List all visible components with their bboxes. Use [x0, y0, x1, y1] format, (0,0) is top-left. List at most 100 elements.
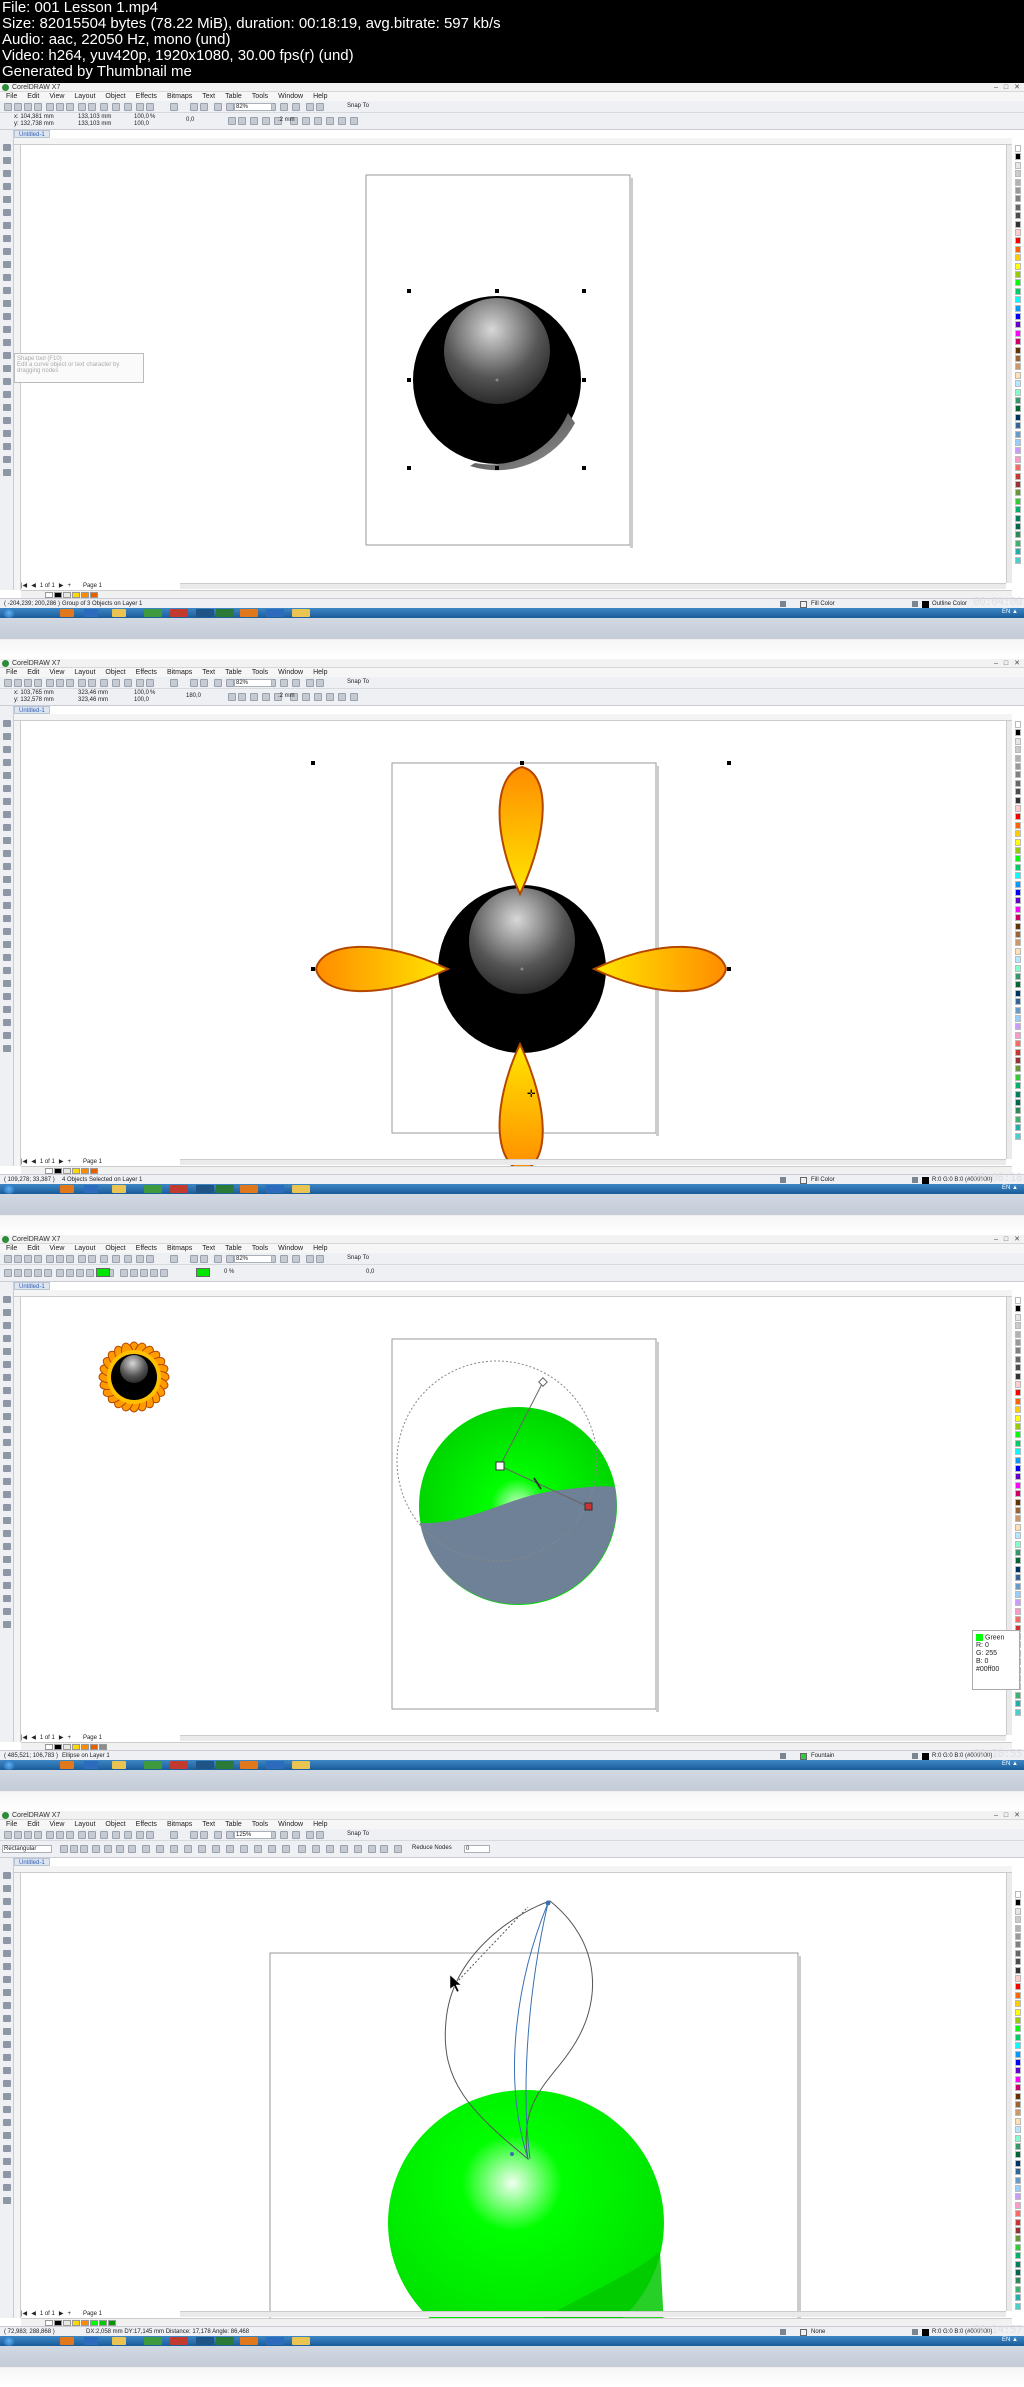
scale-y-field[interactable]: 100,0 [134, 697, 149, 704]
palette-swatch[interactable] [1015, 855, 1021, 863]
palette-swatch[interactable] [1015, 489, 1021, 497]
palette-swatch[interactable] [1015, 1574, 1021, 1582]
toolbar-button[interactable] [306, 1255, 314, 1263]
toolbar-button[interactable] [14, 1255, 22, 1263]
palette-swatch[interactable] [1015, 872, 1021, 880]
property-button[interactable] [368, 1845, 376, 1853]
toolbar-button[interactable] [124, 103, 132, 111]
palette-swatch[interactable] [1015, 464, 1021, 472]
palette-swatch[interactable] [1015, 1006, 1021, 1014]
toolbar-button[interactable] [88, 679, 96, 687]
taskbar-app-icon[interactable] [60, 1761, 74, 1769]
menu-item[interactable]: Text [202, 1820, 215, 1829]
zoom-level-field[interactable]: 82% [234, 1255, 272, 1263]
property-button[interactable] [120, 1269, 128, 1277]
palette-swatch[interactable] [1015, 989, 1021, 997]
menu-item[interactable]: View [49, 1244, 64, 1253]
taskbar-app-icon[interactable] [216, 609, 234, 617]
toolbar-button[interactable] [112, 103, 120, 111]
taskbar-app-icon[interactable] [240, 2337, 258, 2345]
toolbar-button[interactable] [214, 679, 222, 687]
palette-swatch[interactable] [1015, 1330, 1021, 1338]
palette-swatch[interactable] [1015, 1389, 1021, 1397]
property-button[interactable] [238, 117, 246, 125]
toolbar-button[interactable] [4, 1255, 12, 1263]
toolbar-button[interactable] [226, 679, 234, 687]
property-button[interactable] [238, 693, 246, 701]
menu-item[interactable]: Text [202, 92, 215, 101]
property-button[interactable] [302, 693, 310, 701]
tool-icon[interactable] [3, 1530, 11, 1537]
taskbar-app-icon[interactable] [240, 609, 258, 617]
palette-swatch[interactable] [1015, 203, 1021, 211]
property-button[interactable] [262, 693, 270, 701]
start-button[interactable] [3, 608, 15, 618]
palette-swatch[interactable] [1015, 2059, 1021, 2066]
tool-icon[interactable] [3, 378, 11, 385]
toolbar-button[interactable] [280, 679, 288, 687]
palette-swatch[interactable] [1015, 721, 1021, 728]
toolbar-button[interactable] [112, 1255, 120, 1263]
toolbar-button[interactable] [66, 103, 74, 111]
tool-icon[interactable] [3, 1348, 11, 1355]
taskbar-app-icon[interactable] [196, 609, 214, 617]
property-button[interactable] [160, 1269, 168, 1277]
property-button[interactable] [298, 1845, 306, 1853]
toolbar-button[interactable] [214, 103, 222, 111]
palette-swatch[interactable] [1015, 1313, 1021, 1321]
toolbar-button[interactable] [56, 1255, 64, 1263]
toolbar-button[interactable] [46, 679, 54, 687]
palette-swatch[interactable] [1015, 2252, 1021, 2260]
toolbar-button[interactable] [226, 103, 234, 111]
palette-swatch[interactable] [1015, 548, 1021, 556]
property-button[interactable] [262, 117, 270, 125]
toolbar-button[interactable] [214, 1831, 222, 1839]
tool-icon[interactable] [3, 1937, 11, 1944]
tool-icon[interactable] [3, 2158, 11, 2165]
tool-icon[interactable] [3, 2015, 11, 2022]
y-position-field[interactable]: y: 132,738 mm [14, 121, 54, 128]
property-button[interactable] [326, 1845, 334, 1853]
palette-swatch[interactable] [1015, 355, 1021, 362]
menu-item[interactable]: Tools [252, 668, 268, 677]
property-button[interactable] [302, 117, 310, 125]
palette-swatch[interactable] [1015, 2285, 1021, 2293]
palette-swatch[interactable] [1015, 296, 1021, 304]
tool-icon[interactable] [3, 811, 11, 818]
palette-swatch[interactable] [1015, 1958, 1021, 1966]
palette-swatch[interactable] [1015, 737, 1021, 745]
tool-icon[interactable] [3, 430, 11, 437]
tool-icon[interactable] [3, 1335, 11, 1342]
toolbar-button[interactable] [112, 679, 120, 687]
tool-icon[interactable] [3, 456, 11, 463]
palette-swatch[interactable] [1015, 830, 1021, 838]
tool-icon[interactable] [3, 1950, 11, 1957]
zoom-level-field[interactable]: 125% [234, 1831, 272, 1839]
taskbar-app-icon[interactable] [60, 1185, 74, 1193]
taskbar-app-icon[interactable] [112, 1761, 126, 1769]
property-button[interactable] [142, 1845, 150, 1853]
palette-swatch[interactable] [1015, 2134, 1021, 2142]
toolbar-button[interactable] [78, 679, 86, 687]
palette-swatch[interactable] [1015, 388, 1021, 396]
toolbar-button[interactable] [146, 103, 154, 111]
add-page-button[interactable]: + [67, 2311, 71, 2318]
toolbar-button[interactable] [200, 103, 208, 111]
toolbar-button[interactable] [146, 1831, 154, 1839]
toolbar-button[interactable] [24, 103, 32, 111]
toolbar-button[interactable] [24, 679, 32, 687]
taskbar-app-icon[interactable] [216, 2337, 234, 2345]
outline-swatch[interactable] [922, 1753, 929, 1760]
palette-swatch[interactable] [1015, 2025, 1021, 2033]
toolbar-button[interactable] [316, 679, 324, 687]
tool-icon[interactable] [3, 339, 11, 346]
tool-icon[interactable] [3, 1595, 11, 1602]
taskbar-app-icon[interactable] [216, 1761, 234, 1769]
palette-swatch[interactable] [1015, 1565, 1021, 1573]
tool-icon[interactable] [3, 798, 11, 805]
tool-icon[interactable] [3, 746, 11, 753]
tool-icon[interactable] [3, 1504, 11, 1511]
start-button[interactable] [3, 2336, 15, 2346]
property-button[interactable] [326, 693, 334, 701]
property-button[interactable] [314, 117, 322, 125]
